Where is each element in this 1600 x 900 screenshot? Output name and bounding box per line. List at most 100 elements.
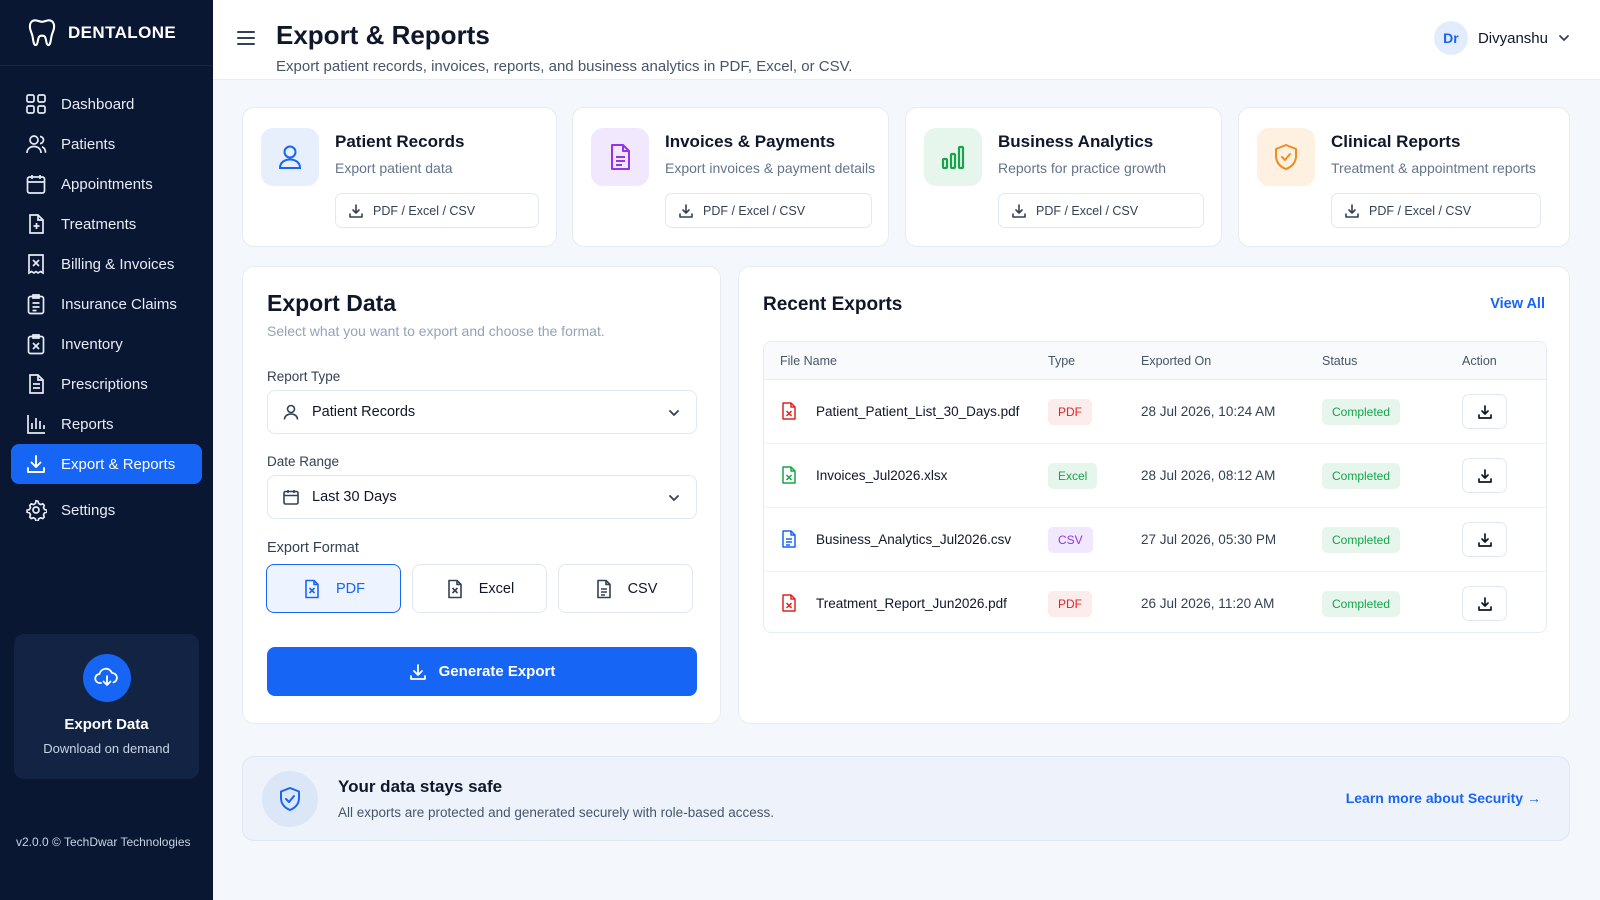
sidebar-item-reports[interactable]: Reports xyxy=(11,404,202,444)
sidebar-nav: Dashboard Patients Appointments Treatmen… xyxy=(0,66,213,530)
sidebar-item-prescriptions[interactable]: Prescriptions xyxy=(11,364,202,404)
category-title: Invoices & Payments xyxy=(665,132,836,151)
export-promo-card[interactable]: Export Data Download on demand xyxy=(14,634,199,779)
exported-on: 28 Jul 2026, 10:24 AM xyxy=(1141,404,1276,419)
table-row: Business_Analytics_Jul2026.csv CSV 27 Ju… xyxy=(764,508,1546,572)
bar-chart-icon xyxy=(924,128,982,186)
sidebar: DENTALONE Dashboard Patients Appointment… xyxy=(0,0,213,900)
category-title: Clinical Reports xyxy=(1331,132,1461,151)
sidebar-item-insurance[interactable]: Insurance Claims xyxy=(11,284,202,324)
format-option-excel[interactable]: Excel xyxy=(412,564,547,613)
cloud-download-icon xyxy=(82,654,131,702)
view-all-link[interactable]: View All xyxy=(1490,296,1545,312)
download-icon xyxy=(1477,596,1492,611)
download-button[interactable] xyxy=(1462,586,1507,621)
download-icon xyxy=(1012,203,1026,218)
hamburger-menu-icon[interactable] xyxy=(237,30,255,46)
calendar-icon xyxy=(283,490,299,505)
status-badge: Completed xyxy=(1322,399,1401,425)
exported-on: 27 Jul 2026, 05:30 PM xyxy=(1141,532,1277,547)
report-type-select[interactable]: Patient Records xyxy=(267,390,697,434)
category-desc: Treatment & appointment reports xyxy=(1331,160,1536,176)
type-badge: CSV xyxy=(1048,527,1093,553)
category-card-business-analytics[interactable]: Business Analytics Reports for practice … xyxy=(905,107,1222,247)
category-card-invoices[interactable]: Invoices & Payments Export invoices & pa… xyxy=(572,107,889,247)
csv-file-icon xyxy=(782,530,796,548)
table-header: File Name Type Exported On Status Action xyxy=(764,342,1546,380)
sidebar-item-label: Insurance Claims xyxy=(61,295,177,313)
promo-title: Export Data xyxy=(64,716,149,733)
generate-export-label: Generate Export xyxy=(438,663,556,680)
column-exported-on: Exported On xyxy=(1141,354,1212,368)
csv-file-icon xyxy=(596,579,611,598)
sidebar-item-label: Patients xyxy=(61,135,116,153)
column-file-name: File Name xyxy=(780,354,837,368)
version-text: v2.0.0 © TechDwar Technologies xyxy=(16,835,191,849)
avatar: Dr xyxy=(1433,21,1468,55)
generate-export-button[interactable]: Generate Export xyxy=(267,647,697,696)
format-label: PDF xyxy=(336,580,365,597)
security-learn-more-link[interactable]: Learn more about Security → xyxy=(1346,790,1541,806)
arrow-right-icon: → xyxy=(1527,790,1541,806)
pdf-file-icon xyxy=(305,579,319,598)
category-export-label: PDF / Excel / CSV xyxy=(373,203,476,218)
sidebar-item-settings[interactable]: Settings xyxy=(11,490,202,530)
sidebar-item-patients[interactable]: Patients xyxy=(11,124,202,164)
download-button[interactable] xyxy=(1462,394,1507,429)
type-badge: Excel xyxy=(1048,463,1098,489)
file-name: Treatment_Report_Jun2026.pdf xyxy=(816,596,1007,611)
promo-subtitle: Download on demand xyxy=(43,741,170,756)
recent-exports-title: Recent Exports xyxy=(763,294,903,315)
export-title: Export Data xyxy=(267,290,397,316)
status-badge: Completed xyxy=(1322,591,1401,617)
category-export-button[interactable]: PDF / Excel / CSV xyxy=(665,193,872,228)
category-export-button[interactable]: PDF / Excel / CSV xyxy=(998,193,1204,228)
grid-icon xyxy=(25,93,47,115)
gear-icon xyxy=(25,499,47,521)
format-option-csv[interactable]: CSV xyxy=(558,564,693,613)
sidebar-item-export-reports[interactable]: Export & Reports xyxy=(11,444,202,484)
category-card-clinical-reports[interactable]: Clinical Reports Treatment & appointment… xyxy=(1238,107,1570,247)
page-header: Export & Reports Export patient records,… xyxy=(213,0,1600,80)
sidebar-item-label: Appointments xyxy=(61,175,153,193)
file-plus-icon xyxy=(25,213,47,235)
user-menu[interactable]: Dr Divyanshu xyxy=(1433,21,1570,55)
sidebar-item-inventory[interactable]: Inventory xyxy=(11,324,202,364)
brand[interactable]: DENTALONE xyxy=(0,0,213,66)
sidebar-item-label: Prescriptions xyxy=(61,375,148,393)
category-export-button[interactable]: PDF / Excel / CSV xyxy=(1331,193,1541,228)
category-export-label: PDF / Excel / CSV xyxy=(1369,203,1472,218)
table-row: Invoices_Jul2026.xlsx Excel 28 Jul 2026,… xyxy=(764,444,1546,508)
sidebar-item-label: Dashboard xyxy=(61,95,135,113)
page-subtitle: Export patient records, invoices, report… xyxy=(276,58,853,75)
download-icon xyxy=(1345,203,1359,218)
recent-exports-panel: Recent Exports View All File Name Type E… xyxy=(738,266,1570,724)
category-export-button[interactable]: PDF / Excel / CSV xyxy=(335,193,539,228)
sidebar-item-dashboard[interactable]: Dashboard xyxy=(11,84,202,124)
security-link-label: Learn more about Security xyxy=(1345,790,1524,806)
download-icon xyxy=(25,453,47,475)
user-icon xyxy=(283,404,299,420)
format-label: Excel xyxy=(478,580,515,597)
tooth-icon xyxy=(28,18,56,46)
sidebar-item-appointments[interactable]: Appointments xyxy=(11,164,202,204)
exported-on: 26 Jul 2026, 11:20 AM xyxy=(1141,596,1275,611)
sidebar-item-label: Inventory xyxy=(61,335,123,353)
file-name: Patient_Patient_List_30_Days.pdf xyxy=(816,404,1020,419)
report-type-value: Patient Records xyxy=(312,404,416,420)
sidebar-item-treatments[interactable]: Treatments xyxy=(11,204,202,244)
format-option-pdf[interactable]: PDF xyxy=(266,564,401,613)
download-button[interactable] xyxy=(1462,522,1507,557)
report-type-label: Report Type xyxy=(267,369,341,384)
category-desc: Export patient data xyxy=(335,160,453,176)
type-badge: PDF xyxy=(1048,591,1092,617)
sidebar-item-billing[interactable]: Billing & Invoices xyxy=(11,244,202,284)
brand-name: DENTALONE xyxy=(68,22,177,42)
category-card-patient-records[interactable]: Patient Records Export patient data PDF … xyxy=(242,107,557,247)
category-desc: Reports for practice growth xyxy=(998,160,1167,176)
date-range-select[interactable]: Last 30 Days xyxy=(267,475,697,519)
invoice-icon xyxy=(25,253,47,275)
download-button[interactable] xyxy=(1462,458,1507,493)
sidebar-item-label: Export & Reports xyxy=(61,455,176,473)
prescription-icon xyxy=(25,373,47,395)
